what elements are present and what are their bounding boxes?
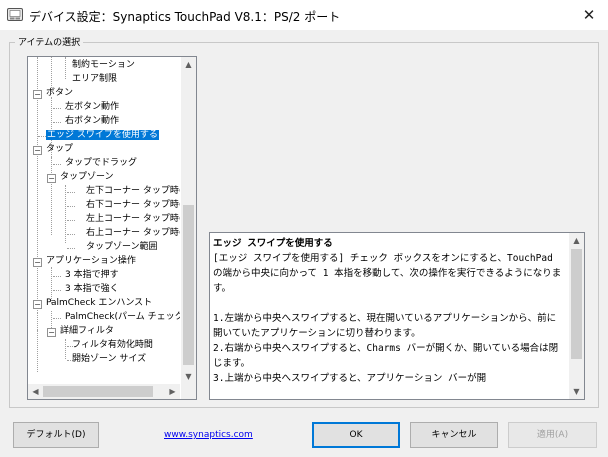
tree-line	[53, 164, 61, 165]
tree-item-constrained-motion[interactable]: 制約モーション	[72, 59, 135, 72]
synaptics-link[interactable]: www.synaptics.com	[164, 430, 253, 440]
tree-item-three-finger-press[interactable]: 3 本指で押す	[65, 269, 119, 282]
tree-item-application-gestures[interactable]: アプリケーション操作	[46, 255, 136, 268]
tree-item-advanced-filter[interactable]: 詳細フィルタ	[60, 325, 114, 338]
tree-horizontal-scrollbar[interactable]: ◀ ▶	[28, 384, 180, 399]
description-body: [エッジ スワイプを使用する] チェック ボックスをオンにすると、TouchPa…	[213, 253, 562, 384]
tree-item-buttons[interactable]: ボタン	[46, 87, 73, 100]
title-bar: デバイス設定：Synaptics TouchPad V8.1：PS/2 ポート …	[0, 0, 608, 30]
description-text: エッジ スワイプを使用する [エッジ スワイプを使用する] チェック ボックスをオ…	[213, 236, 563, 386]
collapse-toggle-application-gestures[interactable]: −	[33, 258, 42, 267]
tree-line	[65, 57, 66, 79]
tree-item-three-finger-force[interactable]: 3 本指で強く	[65, 283, 119, 296]
description-box[interactable]: エッジ スワイプを使用する [エッジ スワイプを使用する] チェック ボックスをオ…	[209, 232, 585, 400]
tree-item-palmcheck[interactable]: PalmCheck(パーム チェック)	[65, 311, 180, 324]
settings-tree[interactable]: 制約モーション エリア制限 − ボタン 左ボタン動作 右ボタン動作 エッジ スワ…	[27, 56, 197, 400]
tree-item-start-zone-size[interactable]: 開始ゾーン サイズ	[72, 353, 146, 366]
apply-button: 適用(A)	[508, 422, 597, 448]
scroll-down-arrow-icon[interactable]: ▼	[569, 384, 584, 399]
description-scrollbar[interactable]: ▲ ▼	[569, 233, 584, 399]
cancel-button[interactable]: キャンセル	[410, 422, 498, 448]
tree-line	[67, 192, 75, 193]
ok-button[interactable]: OK	[312, 422, 400, 448]
collapse-toggle-buttons[interactable]: −	[33, 90, 42, 99]
tree-line	[53, 108, 61, 109]
close-button[interactable]: ✕	[570, 0, 608, 30]
tree-line	[67, 220, 75, 221]
collapse-toggle-tap[interactable]: −	[33, 146, 42, 155]
tree-item-tap[interactable]: タップ	[46, 143, 73, 156]
tree-line	[37, 330, 38, 372]
collapse-toggle-tap-zones[interactable]: −	[47, 174, 56, 183]
scrollbar-corner	[181, 384, 196, 399]
tree-item-palmcheck-enhanced[interactable]: PalmCheck エンハンスト	[46, 297, 152, 310]
tree-item-area-limit[interactable]: エリア制限	[72, 73, 117, 86]
scroll-up-arrow-icon[interactable]: ▲	[181, 57, 196, 72]
tree-item-tap-drag[interactable]: タップでドラッグ	[65, 157, 137, 170]
tree-line	[38, 136, 46, 137]
tree-item-bottom-right-corner[interactable]: 右下コーナー タップ時の	[86, 199, 180, 212]
tree-line	[53, 318, 61, 319]
scroll-down-arrow-icon[interactable]: ▼	[181, 369, 196, 384]
tree-item-right-button-action[interactable]: 右ボタン動作	[65, 115, 119, 128]
tree-line	[53, 276, 61, 277]
tree-item-tap-zone-range[interactable]: タップゾーン範囲	[86, 241, 158, 254]
tree-line	[53, 290, 61, 291]
tree-item-edge-swipe[interactable]: エッジ スワイプを使用する	[46, 129, 159, 142]
description-scroll-thumb[interactable]	[571, 249, 582, 359]
default-button[interactable]: デフォルト(D)	[13, 422, 99, 448]
touchpad-app-icon	[7, 8, 23, 21]
scroll-right-arrow-icon[interactable]: ▶	[165, 384, 180, 399]
tree-line	[67, 248, 75, 249]
tree-scroll-thumb[interactable]	[183, 205, 194, 365]
tree-line	[67, 206, 75, 207]
tree-line	[51, 157, 52, 235]
selected-item-label: エッジ スワイプを使用する	[46, 130, 159, 140]
tree-content: 制約モーション エリア制限 − ボタン 左ボタン動作 右ボタン動作 エッジ スワ…	[28, 57, 180, 384]
tree-line	[67, 234, 75, 235]
tree-line	[53, 122, 61, 123]
window-title: デバイス設定：Synaptics TouchPad V8.1：PS/2 ポート	[29, 10, 341, 24]
tree-line	[65, 185, 66, 243]
tree-hscroll-thumb[interactable]	[43, 386, 153, 397]
close-icon: ✕	[582, 6, 596, 24]
collapse-toggle-advanced-filter[interactable]: −	[47, 328, 56, 337]
tree-line	[37, 313, 38, 330]
tree-item-tap-zones[interactable]: タップゾーン	[60, 171, 114, 184]
scroll-left-arrow-icon[interactable]: ◀	[28, 384, 43, 399]
tree-item-top-right-corner[interactable]: 右上コーナー タップ時の	[86, 227, 180, 240]
tree-line	[65, 339, 66, 359]
tree-item-left-button-action[interactable]: 左ボタン動作	[65, 101, 119, 114]
tree-item-top-left-corner[interactable]: 左上コーナー タップ時の	[86, 213, 180, 226]
description-title: エッジ スワイプを使用する	[213, 238, 333, 249]
tree-item-bottom-left-corner[interactable]: 左下コーナー タップ時の	[86, 185, 180, 198]
group-label: アイテムの選択	[15, 35, 84, 48]
tree-item-filter-activation-time[interactable]: フィルタ有効化時間	[72, 339, 153, 352]
collapse-toggle-palmcheck[interactable]: −	[33, 300, 42, 309]
tree-vertical-scrollbar[interactable]: ▲ ▼	[181, 57, 196, 384]
scroll-up-arrow-icon[interactable]: ▲	[569, 233, 584, 248]
